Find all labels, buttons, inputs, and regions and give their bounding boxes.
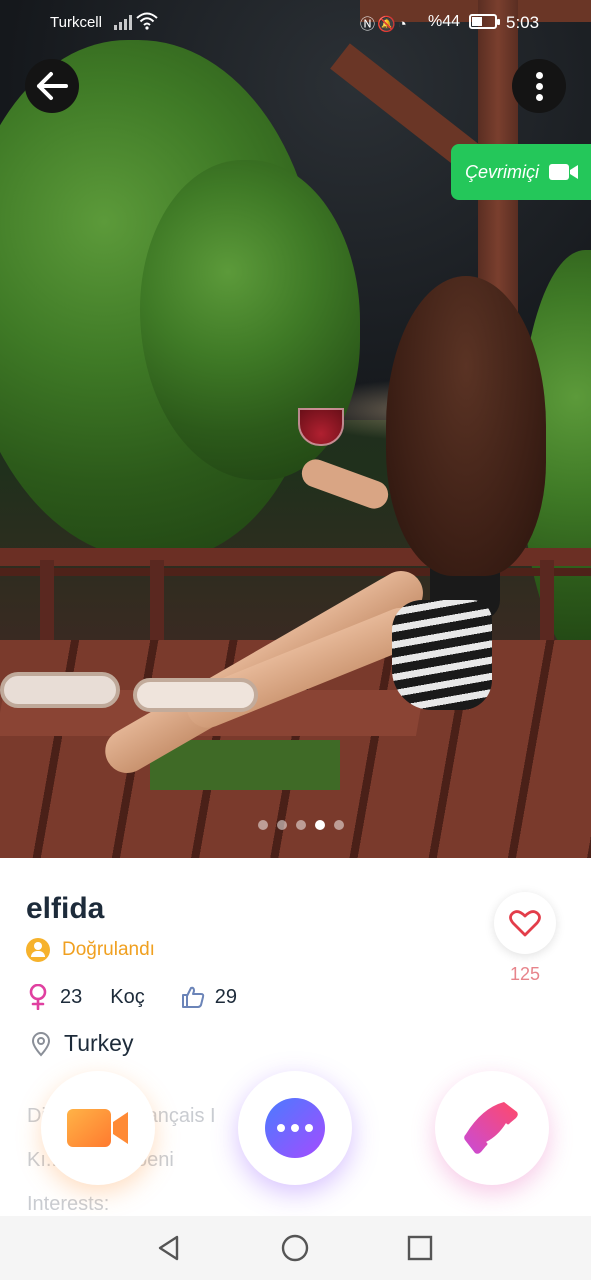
profile-zodiac: Koç [110, 985, 145, 1008]
heart-count: 125 [509, 964, 541, 984]
profile-age: 23 [60, 985, 83, 1008]
square-recents-icon [407, 1235, 433, 1261]
circle-home-icon [281, 1234, 309, 1262]
status-bar: Turkcell Ⓝ🔕◔ %44 5:03 [0, 0, 591, 46]
nav-home-button[interactable] [279, 1232, 311, 1264]
photo-grass [150, 740, 340, 790]
verified-badge: Doğrulandı [26, 938, 155, 962]
photo-wine-glass [298, 408, 344, 446]
back-button[interactable] [25, 59, 79, 113]
arrow-left-icon [37, 72, 68, 100]
clock: 5:03 [506, 13, 540, 32]
photo-pager[interactable] [258, 820, 344, 830]
photo-person-shorts [392, 600, 492, 710]
photo-sandal [133, 678, 258, 712]
battery-fill [472, 17, 482, 26]
pager-dot[interactable] [258, 820, 268, 830]
more-options-button[interactable] [512, 59, 566, 113]
pager-dot-active[interactable] [315, 820, 325, 830]
photo-sandal [0, 672, 120, 708]
system-nav-bar [0, 1216, 591, 1280]
location-pin-icon [31, 1031, 51, 1057]
profile-location: Turkey [30, 1030, 133, 1057]
more-vertical-icon [535, 70, 543, 103]
voice-call-button[interactable] [435, 1071, 549, 1185]
video-call-icon [67, 1109, 128, 1147]
verified-label: Doğrulandı [62, 939, 155, 960]
heart-icon [509, 910, 541, 937]
online-status-label: Çevrimiçi [465, 161, 539, 182]
like-button[interactable] [494, 892, 556, 954]
video-call-button[interactable] [41, 1071, 155, 1185]
signal-icon [114, 14, 134, 30]
carrier-name: Turkcell [50, 14, 102, 31]
female-icon [29, 984, 47, 1010]
photo-person-hair [386, 276, 546, 576]
speed-icon: ◔ [397, 16, 409, 33]
profile-stats: 23 Koç 29 [28, 984, 237, 1010]
online-video-button[interactable]: Çevrimiçi [451, 144, 591, 200]
phone-icon [464, 1102, 518, 1154]
wifi-icon [136, 12, 158, 30]
nfc-icon: Ⓝ [360, 16, 378, 33]
thumbs-up-icon [181, 986, 204, 1008]
status-icons: Ⓝ🔕◔ [360, 13, 409, 34]
battery-icon [469, 14, 500, 29]
profile-name: elfida [26, 892, 105, 925]
user-check-icon [26, 938, 50, 962]
battery-percent: %44 [428, 13, 461, 30]
video-camera-icon [549, 164, 578, 180]
profile-photo[interactable] [0, 0, 591, 858]
photo-person-arm [297, 455, 393, 513]
mute-icon: 🔕 [377, 16, 398, 33]
pager-dot[interactable] [334, 820, 344, 830]
profile-likes: 29 [214, 985, 237, 1008]
triangle-back-icon [158, 1235, 179, 1261]
chat-bubble-icon [265, 1098, 325, 1158]
pager-dot[interactable] [296, 820, 306, 830]
pager-dot[interactable] [277, 820, 287, 830]
nav-back-button[interactable] [153, 1232, 185, 1264]
location-label: Turkey [64, 1030, 134, 1056]
nav-recents-button[interactable] [404, 1232, 436, 1264]
message-button[interactable] [238, 1071, 352, 1185]
